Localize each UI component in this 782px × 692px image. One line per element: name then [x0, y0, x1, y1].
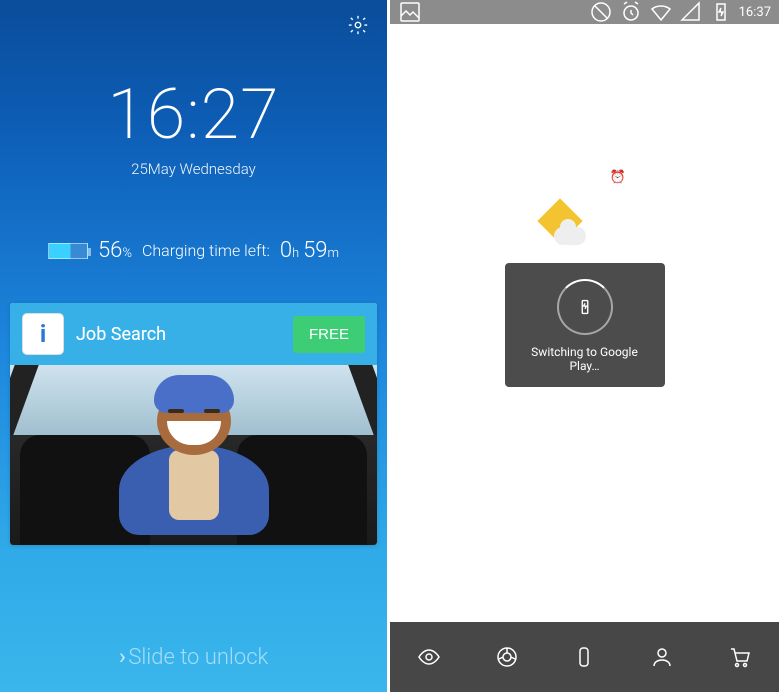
eye-app-icon[interactable]	[417, 645, 441, 669]
maps-app-icon[interactable]	[442, 548, 466, 572]
wind-icon	[604, 201, 628, 225]
weather-humidity: 0%	[636, 229, 654, 245]
wifi-icon	[649, 0, 673, 24]
headphones-icon[interactable]	[573, 405, 597, 429]
loading-toast: Switching to Google Play…	[505, 263, 665, 387]
clock-date: Wednesday, May 25	[481, 170, 595, 185]
charge-label: Charging time left:	[142, 241, 270, 260]
dock	[390, 622, 779, 692]
camera-icon[interactable]	[667, 405, 691, 429]
do-not-disturb-icon	[589, 0, 613, 24]
status-bar: 16:37	[390, 0, 779, 24]
chevron-right-icon: ›››	[119, 645, 121, 670]
toast-text: Switching to Google Play…	[517, 345, 653, 373]
contacts-app-icon[interactable]	[650, 645, 674, 669]
alarm-icon	[619, 0, 643, 24]
slide-label: Slide to unlock	[128, 645, 268, 670]
slide-to-unlock[interactable]: ››› Slide to unlock	[0, 625, 387, 692]
ad-install-button[interactable]: FREE	[293, 316, 365, 353]
alarm-next[interactable]: ⏰Thu 07:30	[610, 170, 688, 185]
ad-app-icon: i	[22, 313, 64, 355]
weather-sun-cloud-icon	[536, 205, 586, 245]
lockscreen-left: 16:27 25May Wednesday 56% Charging time …	[0, 0, 390, 692]
weather-temp: 21°	[481, 225, 518, 241]
store-app-icon[interactable]	[728, 645, 752, 669]
homescreen-right: 16:37 16:37 Wednesday, May 25 ⏰Thu 07:30…	[390, 0, 779, 692]
ad-image[interactable]: AD	[10, 365, 377, 545]
charge-hours: 0	[280, 238, 292, 263]
expand-app-icon[interactable]	[616, 548, 640, 572]
status-time: 16:37	[739, 5, 771, 20]
charge-minutes: 59	[303, 238, 327, 263]
clock-time[interactable]: 16:37	[390, 84, 779, 164]
page-indicator	[390, 598, 779, 604]
settings-icon[interactable]	[347, 14, 369, 36]
battery-percent: 56	[98, 238, 122, 263]
ad-card[interactable]: i Job Search FREE AD	[10, 303, 377, 545]
signal-icon	[679, 0, 703, 24]
weather-wind: 11 km/h	[636, 205, 688, 221]
phone-app-icon[interactable]	[572, 645, 596, 669]
battery-status: 56% Charging time left: 0h 59m	[0, 238, 387, 263]
clock-date: 25May Wednesday	[0, 160, 387, 178]
chat-icon[interactable]	[479, 405, 503, 429]
ad-title: Job Search	[76, 324, 281, 345]
humidity-icon	[604, 225, 628, 249]
todoist-app-icon[interactable]	[529, 548, 553, 572]
battery-charge-icon	[557, 279, 613, 335]
weather-city: Berlin	[481, 209, 518, 225]
image-notification-icon	[398, 0, 422, 24]
clock-time: 16:27	[0, 74, 387, 156]
chrome-app-icon[interactable]	[495, 645, 519, 669]
browser-app-icon[interactable]	[703, 548, 727, 572]
battery-icon	[48, 243, 88, 259]
battery-charging-icon	[709, 0, 733, 24]
weather-widget[interactable]: Berlin 21° 11 km/h 0%	[390, 201, 779, 249]
